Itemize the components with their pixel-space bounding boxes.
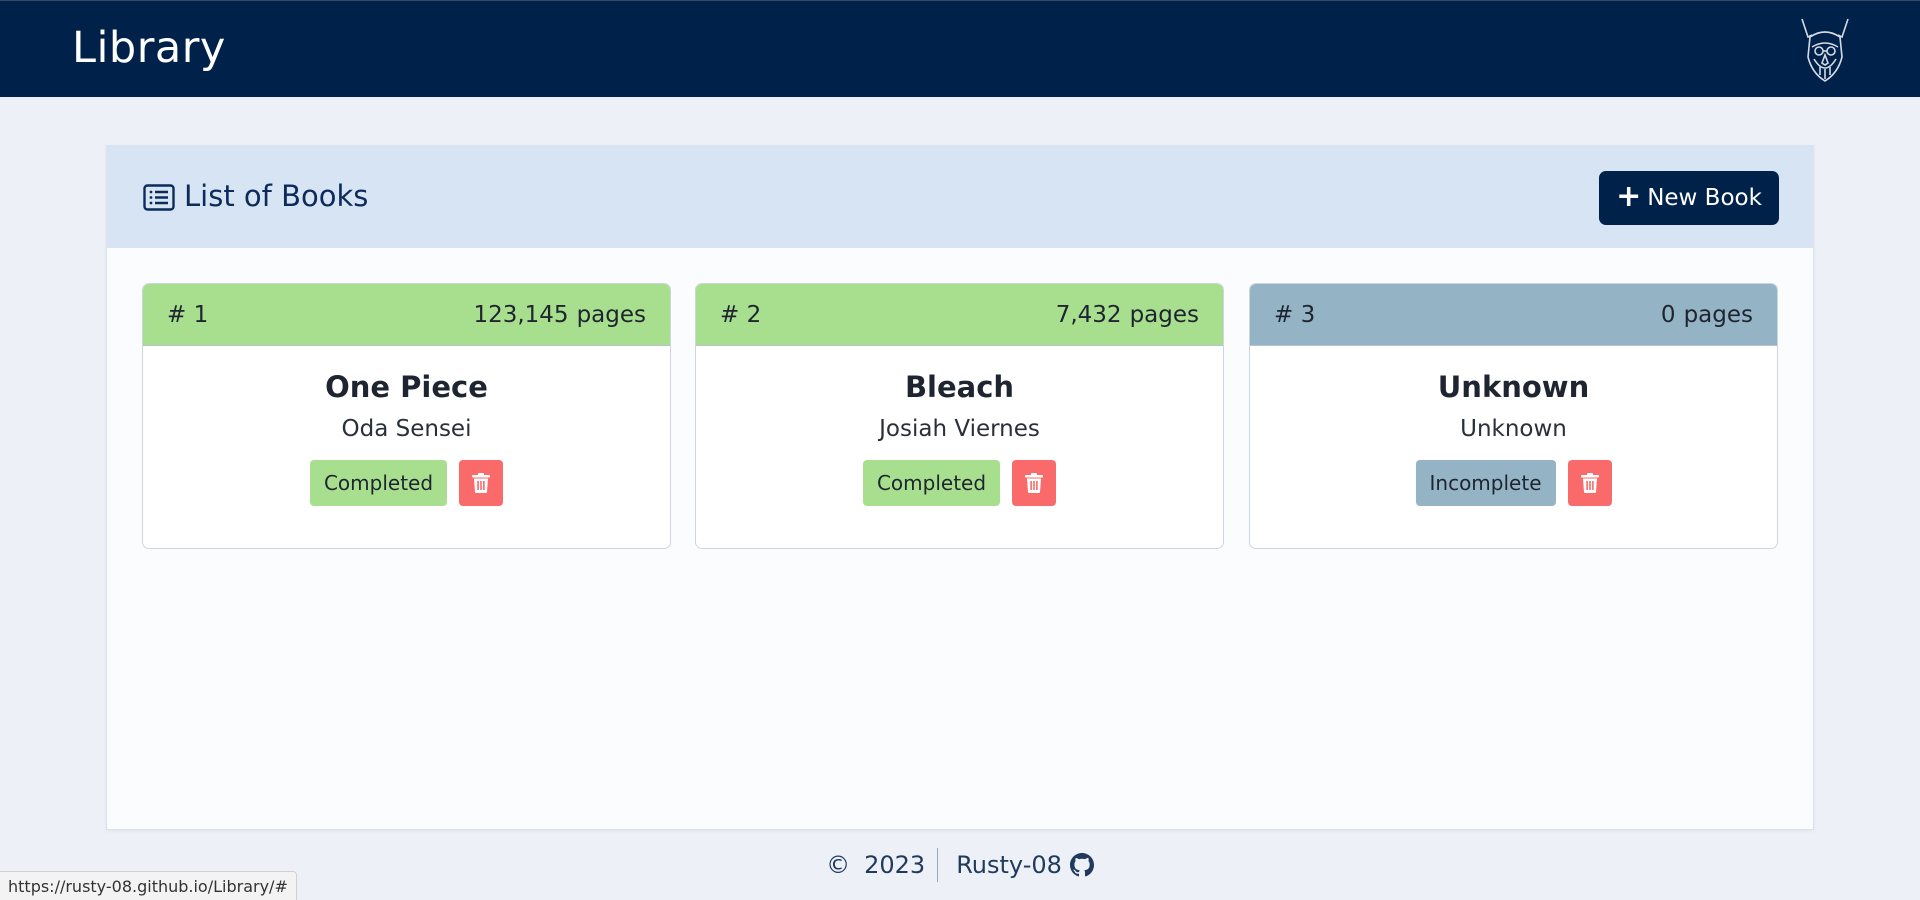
plus-icon: + (1616, 178, 1642, 214)
trash-icon (472, 473, 491, 493)
card-actions: Incomplete (1250, 460, 1777, 506)
status-toggle-button[interactable]: Completed (862, 460, 1001, 506)
book-title: One Piece (325, 370, 488, 404)
page-count: 7,432 pages (1056, 302, 1199, 328)
book-card: # 3 0 pages Unknown Unknown Incomplete (1249, 283, 1778, 549)
new-book-label: New Book (1647, 185, 1762, 211)
github-icon[interactable] (1069, 853, 1094, 877)
book-author: Unknown (1460, 416, 1567, 442)
book-number: # 2 (720, 301, 762, 328)
card-actions: Completed (696, 460, 1223, 506)
book-card: # 1 123,145 pages One Piece Oda Sensei C… (142, 283, 671, 549)
book-author: Oda Sensei (341, 416, 472, 442)
copyright: © 2023 (826, 848, 939, 882)
page-count-unit: pages (1129, 301, 1199, 328)
copyright-year: 2023 (864, 851, 926, 879)
viking-helmet-logo-icon[interactable] (1798, 17, 1852, 83)
delete-button[interactable] (459, 460, 504, 506)
card-header: # 1 123,145 pages (143, 284, 670, 346)
page-count-unit: pages (576, 301, 646, 328)
author-link[interactable]: Rusty-08 (938, 851, 1094, 879)
delete-button[interactable] (1567, 460, 1612, 506)
book-author: Josiah Viernes (879, 416, 1040, 442)
book-card: # 2 7,432 pages Bleach Josiah Viernes Co… (695, 283, 1224, 549)
card-body: One Piece Oda Sensei Completed (143, 370, 670, 506)
panel-header: List of Books + New Book (107, 146, 1813, 248)
trash-icon (1025, 473, 1044, 493)
copyright-icon: © (826, 851, 851, 879)
new-book-button[interactable]: + New Book (1599, 171, 1779, 225)
delete-button[interactable] (1012, 460, 1057, 506)
panel-title: List of Books (184, 179, 369, 213)
page-count-value: 7,432 (1055, 301, 1122, 328)
trash-icon (1580, 473, 1599, 493)
card-body: Unknown Unknown Incomplete (1250, 370, 1777, 506)
book-title: Unknown (1437, 370, 1590, 404)
card-body: Bleach Josiah Viernes Completed (696, 370, 1223, 506)
page-count: 0 pages (1661, 302, 1753, 328)
book-number: # 3 (1274, 301, 1316, 328)
page-count: 123,145 pages (473, 302, 646, 328)
author-name[interactable]: Rusty-08 (956, 851, 1062, 879)
book-number: # 1 (167, 301, 209, 328)
card-actions: Completed (143, 460, 670, 506)
app-title: Library (72, 23, 226, 73)
book-title: Bleach (904, 370, 1015, 404)
list-icon (143, 184, 175, 211)
top-navbar: Library (0, 0, 1920, 97)
status-toggle-button[interactable]: Completed (309, 460, 448, 506)
browser-status-url: https://rusty-08.github.io/Library/# (0, 871, 297, 900)
page-count-value: 123,145 (473, 301, 569, 328)
card-header: # 3 0 pages (1250, 284, 1777, 346)
card-header: # 2 7,432 pages (696, 284, 1223, 346)
page-count-unit: pages (1683, 301, 1753, 328)
page-count-value: 0 (1660, 301, 1676, 328)
status-toggle-button[interactable]: Incomplete (1415, 460, 1556, 506)
